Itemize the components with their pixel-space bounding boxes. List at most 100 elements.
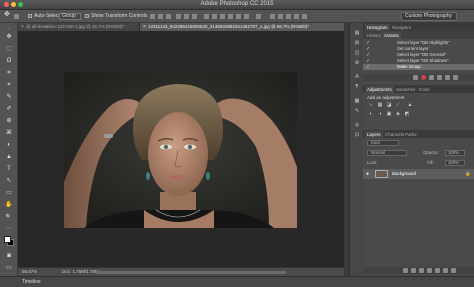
tab-navigator[interactable]: Navigator <box>390 24 413 31</box>
new-adjustment-layer-icon[interactable] <box>427 268 432 273</box>
history-panel-icon[interactable]: ▤ <box>354 31 360 36</box>
layer-row-background[interactable]: ● Background 🔒 <box>363 169 474 179</box>
photo-filter-icon[interactable]: ◈ <box>395 112 401 117</box>
show-transform-checkbox[interactable] <box>85 14 89 18</box>
new-set-icon[interactable] <box>437 75 442 80</box>
new-group-icon[interactable] <box>435 268 440 273</box>
tab-adjustments[interactable]: Adjustments <box>365 86 394 93</box>
hand-tool[interactable]: ✋ <box>5 202 13 208</box>
tab-histogram[interactable]: Histogram <box>365 24 390 31</box>
clone-stamp-tool[interactable]: ⌘ <box>5 130 13 136</box>
new-action-icon[interactable] <box>445 75 450 80</box>
tab-document-1[interactable]: × @ all-levitation-123-0d0-2.jpg @ 16.7%… <box>18 23 140 31</box>
tab-layers[interactable]: Layers <box>365 131 383 138</box>
properties-panel-icon[interactable]: ⊞ <box>354 41 360 46</box>
tab-swatches[interactable]: Swatches <box>394 86 418 93</box>
stop-recording-icon[interactable] <box>413 75 418 80</box>
auto-select-checkbox[interactable] <box>28 14 32 18</box>
3d-slide-icon[interactable] <box>294 14 299 19</box>
workspace-switcher[interactable]: Custom Photography <box>401 12 457 21</box>
align-bottom-icon[interactable] <box>166 14 171 19</box>
shape-tool[interactable]: ▭ <box>5 190 13 196</box>
align-hcenter-icon[interactable] <box>184 14 189 19</box>
marquee-tool[interactable]: ⬚ <box>5 46 13 52</box>
distribute-top-icon[interactable] <box>204 14 209 19</box>
libraries-panel-icon[interactable]: ◫ <box>354 51 360 56</box>
vibrance-icon[interactable]: ▲ <box>407 103 413 108</box>
distribute-hcenter-icon[interactable] <box>236 14 241 19</box>
3d-scale-icon[interactable] <box>302 14 307 19</box>
levels-icon[interactable]: ▦ <box>377 103 383 108</box>
lasso-tool[interactable]: ʘ <box>5 58 13 64</box>
tab-history[interactable]: History <box>365 32 383 39</box>
3d-drag-icon[interactable] <box>286 14 291 19</box>
distribute-bottom-icon[interactable] <box>220 14 225 19</box>
align-vcenter-icon[interactable] <box>158 14 163 19</box>
healing-brush-tool[interactable]: ✐ <box>5 106 13 112</box>
action-label: Select layer "DB General" <box>397 52 447 57</box>
layer-style-icon[interactable] <box>411 268 416 273</box>
3d-mode-icon[interactable] <box>270 14 275 19</box>
distribute-left-icon[interactable] <box>228 14 233 19</box>
new-layer-icon[interactable] <box>443 268 448 273</box>
path-selection-tool[interactable]: ↖ <box>5 178 13 184</box>
info-panel-icon[interactable]: ⚙ <box>354 61 360 66</box>
type-tool[interactable]: T <box>5 166 13 172</box>
delete-action-icon[interactable] <box>453 75 458 80</box>
eyedropper-tool[interactable]: ✎ <box>5 94 13 100</box>
black-white-icon[interactable]: ▣ <box>386 112 392 117</box>
zoom-level[interactable]: 66.67% <box>22 269 37 274</box>
3d-roll-icon[interactable] <box>278 14 283 19</box>
color-balance-icon[interactable]: ◑ <box>377 112 383 117</box>
clone-source-panel-icon[interactable]: ◎ <box>354 123 360 128</box>
paragraph-panel-icon[interactable]: ¶ <box>354 85 360 90</box>
visibility-eye-icon[interactable]: ● <box>366 171 369 177</box>
add-mask-icon[interactable] <box>419 268 424 273</box>
tab-paths[interactable]: Paths <box>403 131 419 138</box>
history-brush-tool[interactable]: ◐ <box>5 142 13 148</box>
brush-tool[interactable]: ⊕ <box>5 118 13 124</box>
canvas-area[interactable] <box>18 31 344 267</box>
align-left-icon[interactable] <box>176 14 181 19</box>
tool-presets-panel-icon[interactable]: ⊡ <box>354 133 360 138</box>
action-row-selected[interactable]: ✓ Make Group <box>363 64 474 70</box>
foreground-color-swatch[interactable] <box>4 236 11 243</box>
tab-actions[interactable]: Actions <box>382 32 401 39</box>
tool-preset-icon[interactable] <box>14 14 19 19</box>
distribute-vcenter-icon[interactable] <box>212 14 217 19</box>
screen-mode-icon[interactable]: ▭ <box>5 265 13 271</box>
tab-color[interactable]: Color <box>417 86 432 93</box>
move-tool-icon[interactable]: ✥ <box>4 11 10 18</box>
align-right-icon[interactable] <box>192 14 197 19</box>
record-icon[interactable] <box>421 75 426 80</box>
move-tool[interactable]: ✥ <box>5 34 13 40</box>
distribute-right-icon[interactable] <box>244 14 249 19</box>
delete-layer-icon[interactable] <box>451 268 456 273</box>
tab-document-2[interactable]: × 12311143_842286425800620_2146934982341… <box>140 23 344 31</box>
close-tab-icon[interactable]: × <box>21 23 24 31</box>
link-layers-icon[interactable] <box>403 268 408 273</box>
hue-saturation-icon[interactable]: ◐ <box>368 112 374 117</box>
brushes-panel-icon[interactable]: ▦ <box>354 99 360 104</box>
more-tools-icon[interactable]: ⋯ <box>5 226 13 232</box>
toolbar-collapse-icon[interactable]: » <box>5 26 13 32</box>
crop-tool[interactable]: ⌖ <box>5 82 13 88</box>
eraser-tool[interactable]: ▲ <box>5 154 13 160</box>
align-top-icon[interactable] <box>150 14 155 19</box>
channel-mixer-icon[interactable]: ◩ <box>404 112 410 117</box>
curves-icon[interactable]: ◪ <box>386 103 392 108</box>
play-icon[interactable] <box>429 75 434 80</box>
portrait-photo[interactable] <box>64 72 297 228</box>
quick-mask-icon[interactable]: ◙ <box>5 253 13 259</box>
horizontal-scrollbar[interactable] <box>96 271 286 274</box>
exposure-icon[interactable]: ⟋ <box>395 103 401 108</box>
zoom-tool[interactable]: 🔍 <box>5 214 13 220</box>
close-tab-icon[interactable]: × <box>143 23 146 31</box>
auto-align-icon[interactable] <box>256 14 261 19</box>
brush-presets-panel-icon[interactable]: ✎ <box>354 109 360 114</box>
action-toggle-check-icon[interactable]: ✓ <box>366 64 370 70</box>
brightness-contrast-icon[interactable]: ☼ <box>368 103 374 108</box>
timeline-label[interactable]: Timeline <box>22 279 41 285</box>
quick-select-tool[interactable]: ⌗ <box>5 70 13 76</box>
character-panel-icon[interactable]: A <box>354 75 360 80</box>
